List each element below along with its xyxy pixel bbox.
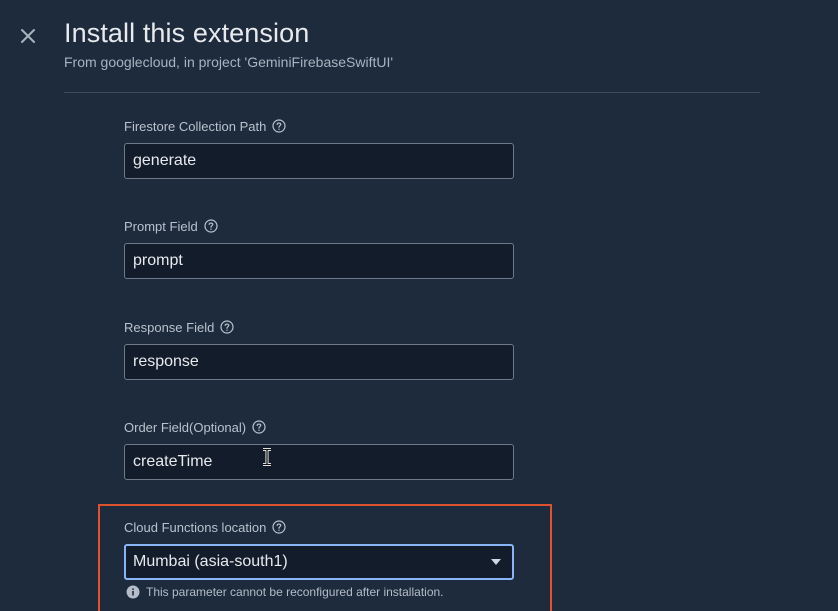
order-field: Order Field(Optional) xyxy=(124,418,514,480)
text-cursor-icon xyxy=(263,448,271,466)
prompt-field-label: Prompt Field xyxy=(124,218,198,234)
help-icon[interactable] xyxy=(220,320,234,334)
collection-path-label-row: Firestore Collection Path xyxy=(124,117,514,135)
help-icon[interactable] xyxy=(204,219,218,233)
location-hint: This parameter cannot be reconfigured af… xyxy=(124,585,514,599)
collection-path-field: Firestore Collection Path xyxy=(124,117,514,179)
order-field-label-row: Order Field(Optional) xyxy=(124,418,514,436)
collection-path-label: Firestore Collection Path xyxy=(124,118,267,134)
help-icon[interactable] xyxy=(272,119,286,133)
order-field-label: Order Field(Optional) xyxy=(124,419,247,435)
info-icon xyxy=(126,585,140,599)
prompt-field-input[interactable] xyxy=(124,243,514,279)
location-select[interactable]: Mumbai (asia-south1) xyxy=(124,544,514,580)
order-field-input[interactable] xyxy=(124,444,514,480)
location-label-row: Cloud Functions location xyxy=(124,518,514,536)
help-icon[interactable] xyxy=(272,520,286,534)
page-title: Install this extension xyxy=(64,18,310,48)
header-divider xyxy=(64,92,760,93)
prompt-field-label-row: Prompt Field xyxy=(124,217,514,235)
response-field-input[interactable] xyxy=(124,344,514,380)
help-icon[interactable] xyxy=(252,420,266,434)
response-field-label: Response Field xyxy=(124,319,215,335)
location-hint-text: This parameter cannot be reconfigured af… xyxy=(146,585,444,599)
chevron-down-icon xyxy=(491,559,501,565)
response-field: Response Field xyxy=(124,318,514,380)
install-extension-page: Install this extension From googlecloud,… xyxy=(0,0,838,611)
location-select-value: Mumbai (asia-south1) xyxy=(133,553,288,570)
page-subtitle: From googlecloud, in project 'GeminiFire… xyxy=(64,54,394,70)
close-button[interactable] xyxy=(16,24,40,48)
close-icon xyxy=(21,29,35,43)
prompt-field: Prompt Field xyxy=(124,217,514,279)
location-label: Cloud Functions location xyxy=(124,519,267,535)
response-field-label-row: Response Field xyxy=(124,318,514,336)
location-field: Cloud Functions location Mumbai (asia-so… xyxy=(124,518,514,599)
collection-path-input[interactable] xyxy=(124,143,514,179)
